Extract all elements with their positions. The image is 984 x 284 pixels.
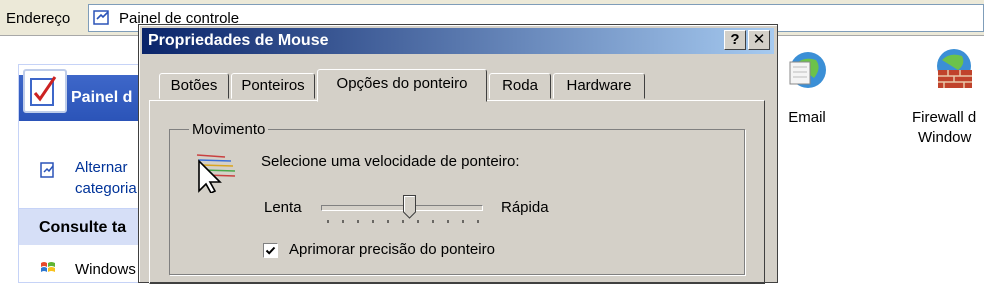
switch-link-line2: categoria [75,180,137,197]
tab-pointer-options[interactable]: Opções do ponteiro [317,69,487,102]
see-also-box: Consulte ta Windows [18,208,150,283]
help-button[interactable]: ? [724,30,746,50]
enhance-precision-checkbox[interactable] [263,243,278,258]
task-pane: Painel d Alternar categoria Consulte ta … [0,36,150,283]
close-button[interactable]: ✕ [748,30,770,50]
firewall-label: Firewall d Window [912,108,984,148]
enhance-precision-label[interactable]: Aprimorar precisão do ponteiro [289,241,495,258]
see-also-title: Consulte ta [39,219,127,236]
fast-label: Rápida [501,199,549,216]
firewall-icon[interactable] [930,46,978,94]
speed-slider-track[interactable] [321,205,483,211]
see-also-windows-link[interactable]: Windows [75,261,136,278]
tab-hardware[interactable]: Hardware [553,73,645,99]
switch-category-link[interactable]: Alternar categoria [75,157,137,199]
tab-wheel[interactable]: Roda [489,73,551,99]
tab-pointers[interactable]: Ponteiros [231,73,315,99]
control-panel-icon [93,10,109,25]
speed-slider-thumb[interactable] [403,195,416,219]
firewall-label-line2: Window [918,129,972,146]
see-also-header: Consulte ta [19,209,150,245]
tab-strip: Botões Ponteiros Opções do ponteiro Roda… [155,69,755,102]
email-icon[interactable] [782,46,830,94]
control-panel-logo-icon [23,69,67,113]
speed-prompt: Selecione uma velocidade de ponteiro: [261,153,520,170]
switch-link-line1: Alternar [75,159,128,176]
dialog-title: Propriedades de Mouse [148,32,329,49]
email-label-text: Email [788,109,826,126]
control-panel-header: Painel d [19,69,150,121]
tab-buttons[interactable]: Botões [159,73,229,99]
firewall-label-line1: Firewall d [912,109,977,126]
pointer-speed-icon [196,154,236,193]
control-panel-title: Painel d [71,89,133,106]
slow-label: Lenta [264,199,302,216]
motion-group-title: Movimento [189,121,269,138]
switch-view-icon [40,162,54,178]
speed-slider-ticks [327,220,479,223]
mouse-properties-dialog: Propriedades de Mouse ? ✕ Botões Ponteir… [138,24,778,284]
checkmark-icon [265,246,276,255]
address-label: Endereço [6,10,71,27]
windows-logo-icon [41,262,55,272]
email-label: Email [781,108,833,128]
dialog-titlebar[interactable]: Propriedades de Mouse ? ✕ [142,28,774,54]
